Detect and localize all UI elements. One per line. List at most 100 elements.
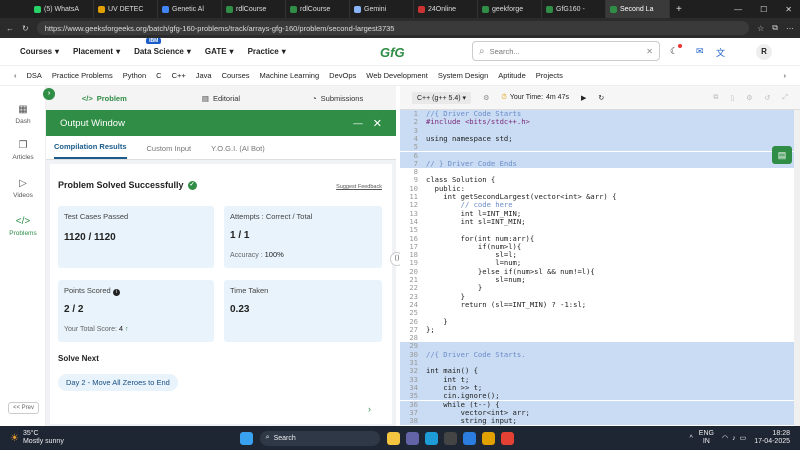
translate-icon[interactable]: 文 [716,46,725,59]
tab-favicon-icon [482,5,489,13]
search-field[interactable]: ⌕ ✕ [472,41,660,61]
rail-articles[interactable]: ❐ Articles [0,140,46,161]
rail-dash[interactable]: ▦ Dash [0,104,46,125]
minimize-icon[interactable]: — [734,5,742,14]
reset-code-icon[interactable]: ↺ [765,94,771,102]
tab-yogi-ai-bot[interactable]: Y.O.G.I. (AI Bot) [211,138,265,159]
subnav-link[interactable]: Practice Problems [52,71,113,80]
gfg-logo[interactable]: GfG [380,45,405,60]
editor-scrollbar[interactable] [794,110,800,426]
star-icon[interactable]: ☆ [757,24,764,33]
weather-widget[interactable]: 35°C Mostly sunny [23,430,64,446]
nav-placement[interactable]: Placement ▾ [73,47,120,56]
clock[interactable]: 18:28 17-04-2025 [754,430,790,446]
subnav-prev-icon[interactable]: ‹ [14,71,17,80]
browser-tab[interactable]: Genetic Al [158,0,222,18]
app-icon-edge[interactable] [424,431,438,445]
app-icon-teams[interactable] [405,431,419,445]
bookmark-icon[interactable]: ▯ [730,94,734,102]
tab-problem[interactable]: › </> Problem [43,87,163,103]
subnav-next-icon[interactable]: › [784,71,787,80]
chevron-right-icon[interactable]: › [368,404,371,414]
avatar[interactable]: R [756,44,772,60]
prev-button[interactable]: << Prev [8,402,40,414]
back-icon[interactable]: ← [6,24,14,33]
new-tab-button[interactable]: + [676,4,682,15]
language-indicator[interactable]: ENG IN [699,430,714,446]
rail-videos[interactable]: ▷ Videos [0,178,46,199]
menu-icon[interactable]: ⋯ [786,24,794,33]
card-value: 1120 / 1120 [64,232,116,243]
subnav-link[interactable]: C [156,71,161,80]
browser-tab[interactable]: rdlCourse [286,0,350,18]
subnav-link[interactable]: Web Development [366,71,428,80]
nav-gate[interactable]: GATE ▾ [205,47,234,56]
reload-icon[interactable]: ↻ [22,24,29,33]
close-window-icon[interactable]: ✕ [785,5,792,14]
subnav-link[interactable]: Courses [222,71,250,80]
browser-tab[interactable]: rdlCourse [222,0,286,18]
nav-data-science[interactable]: IBM Data Science ▾ [134,38,191,56]
minimize-panel-icon[interactable]: — [353,118,363,129]
app-icon-chrome[interactable] [500,431,514,445]
app-icon-mail[interactable] [481,431,495,445]
copy-icon[interactable]: ⧉ [713,94,718,102]
card-value: 1 / 1 [230,230,250,241]
browser-tab[interactable]: GfG160 - [542,0,606,18]
solve-next-chip[interactable]: Day 2 - Move All Zeroes to End [58,374,178,391]
rail-problems[interactable]: </> Problems [0,216,46,237]
close-panel-icon[interactable]: ✕ [373,117,382,130]
subnav-link[interactable]: DevOps [329,71,356,80]
taskbar-search[interactable]: ⌕ Search [259,430,380,446]
nav-courses[interactable]: Courses ▾ [20,47,59,56]
subnav-link[interactable]: C++ [172,71,186,80]
theme-toggle-icon[interactable]: ☾ [670,46,678,57]
collapse-arrow-icon[interactable]: › [43,87,55,100]
subnav-link[interactable]: DSA [27,71,42,80]
code-line: 30//{ Driver Code Starts. [400,350,795,359]
nav-practice[interactable]: Practice ▾ [248,47,286,56]
browser-tab[interactable]: (5) WhatsA [30,0,94,18]
browser-tab[interactable]: Second La [606,0,670,18]
messages-icon[interactable]: ✉ [696,46,704,57]
windows-start-icon[interactable] [239,431,253,445]
subnav-link[interactable]: System Design [438,71,488,80]
subnav-link[interactable]: Python [123,71,146,80]
subnav-link[interactable]: Java [196,71,212,80]
tab-editorial[interactable]: ▤ Editorial [163,94,280,103]
play-icon[interactable]: ▶ [581,94,586,102]
dashboard-icon: ▦ [18,104,28,115]
app-icon-vscode[interactable] [462,431,476,445]
weather-icon: ☀ [10,432,19,444]
subnav-link[interactable]: Machine Learning [260,71,320,80]
subnav-link[interactable]: Projects [536,71,563,80]
tab-compilation-results[interactable]: Compilation Results [54,136,127,159]
browser-tab[interactable]: 24Online [414,0,478,18]
browser-tab[interactable]: geekforge [478,0,542,18]
maximize-icon[interactable]: ☐ [760,5,767,14]
chat-float-icon[interactable]: ▤ [772,146,792,164]
tray-chevron-icon[interactable]: ^ [689,435,692,442]
clear-search-icon[interactable]: ✕ [646,47,653,56]
tab-custom-input[interactable]: Custom Input [147,138,192,159]
browser-tab[interactable]: Gemini [350,0,414,18]
app-icon-store[interactable] [443,431,457,445]
volume-icon[interactable]: ♪ [732,435,736,442]
language-select[interactable]: C++ (g++ 5.4) ▾ [412,91,472,104]
subnav-link[interactable]: Aptitude [498,71,526,80]
app-icon-files[interactable] [386,431,400,445]
tab-submissions[interactable]: ◔ Submissions [279,94,396,103]
settings-icon[interactable]: ⚙ [483,94,489,102]
editor-settings-icon[interactable]: ⚙ [746,94,752,102]
restart-timer-icon[interactable]: ↻ [598,94,604,102]
search-input[interactable] [489,46,642,56]
code-editor[interactable]: 1//{ Driver Code Starts 2 #include <bits/s… [400,110,795,426]
extensions-icon[interactable]: ⧉ [772,23,778,33]
suggest-feedback-link[interactable]: Suggest Feedback [336,184,382,190]
browser-tab[interactable]: UV DETEC [94,0,158,18]
url-field[interactable]: https://www.geeksforgeeks.org/batch/gfg-… [36,21,750,35]
battery-icon[interactable]: ▭ [740,434,747,442]
wifi-icon[interactable]: ◠ [722,434,728,442]
fullscreen-icon[interactable]: ⤢ [782,94,788,102]
info-icon[interactable]: i [112,289,120,296]
